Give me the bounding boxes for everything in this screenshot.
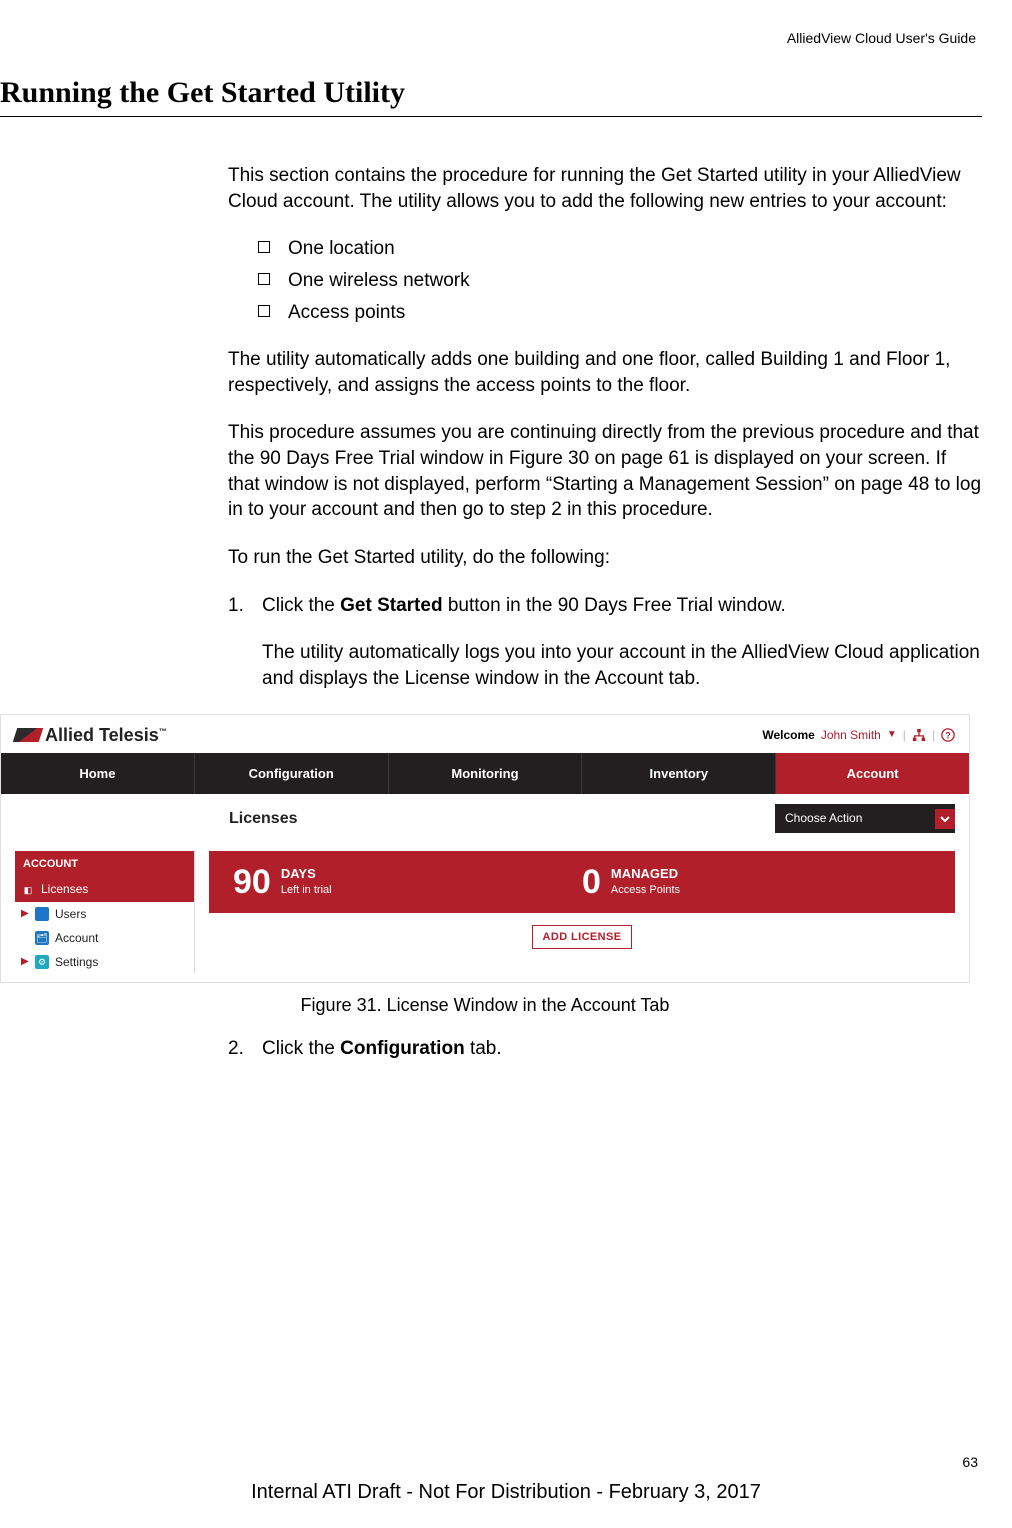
divider: |: [903, 727, 906, 743]
step-text: Click the: [262, 595, 340, 616]
main-panel: 90 DAYS Left in trial 0 MANAGED: [209, 851, 955, 962]
app-window: Allied Telesis™ Welcome John Smith ▼ | |: [0, 714, 970, 984]
step-bold: Configuration: [340, 1038, 465, 1059]
trial-days-label: DAYS: [281, 865, 332, 883]
sidebar: ACCOUNT ◧ Licenses ▶ 👤 Users ▶ 🗂: [15, 851, 195, 975]
step-1: 1. Click the Get Started button in the 9…: [228, 593, 982, 692]
sitemap-icon[interactable]: [912, 728, 926, 742]
intro-paragraph: This section contains the procedure for …: [228, 163, 982, 214]
body-paragraph: This procedure assumes you are continuin…: [228, 420, 982, 523]
panel-title: Licenses: [229, 808, 297, 830]
list-item-label: Access points: [288, 300, 405, 326]
step-number: 1.: [228, 593, 262, 692]
sidebar-item-licenses[interactable]: ◧ Licenses: [15, 877, 194, 901]
gear-icon: ⚙: [35, 955, 49, 969]
body-paragraph: The utility automatically adds one build…: [228, 347, 982, 398]
welcome-label: Welcome: [762, 727, 814, 743]
doc-header: AlliedView Cloud User's Guide: [0, 30, 982, 46]
page-title: Running the Get Started Utility: [0, 76, 982, 117]
add-license-button[interactable]: ADD LICENSE: [532, 925, 633, 950]
tab-monitoring[interactable]: Monitoring: [389, 753, 583, 795]
list-item: Access points: [258, 300, 982, 326]
step-text: button in the 90 Days Free Trial window.: [443, 595, 786, 616]
body-paragraph: To run the Get Started utility, do the f…: [228, 545, 982, 571]
figure: Allied Telesis™ Welcome John Smith ▼ | |: [0, 714, 970, 1018]
logo-icon: [13, 728, 44, 742]
tab-home[interactable]: Home: [1, 753, 195, 795]
tab-account[interactable]: Account: [776, 753, 969, 795]
step-2: 2. Click the Configuration tab.: [228, 1036, 982, 1062]
trial-days-block: 90 DAYS Left in trial: [233, 865, 582, 899]
sidebar-item-label: Users: [55, 906, 86, 922]
step-sub-paragraph: The utility automatically logs you into …: [262, 640, 982, 691]
tab-inventory[interactable]: Inventory: [582, 753, 776, 795]
choose-action-label: Choose Action: [785, 810, 862, 826]
license-icon: ◧: [21, 883, 35, 897]
checkbox-icon: [258, 305, 270, 317]
step-number: 2.: [228, 1036, 262, 1062]
brand-logo[interactable]: Allied Telesis™: [15, 723, 167, 747]
help-icon[interactable]: ?: [941, 728, 955, 742]
managed-ap-number: 0: [582, 865, 601, 899]
caret-right-icon: ▶: [21, 955, 29, 969]
main-nav: Home Configuration Monitoring Inventory …: [1, 753, 969, 795]
sidebar-item-label: Settings: [55, 954, 98, 970]
list-item-label: One wireless network: [288, 268, 470, 294]
step-text: Click the: [262, 1038, 340, 1059]
list-item: One wireless network: [258, 268, 982, 294]
checkbox-icon: [258, 273, 270, 285]
trial-days-number: 90: [233, 865, 271, 899]
sidebar-item-label: Licenses: [41, 881, 88, 897]
divider: |: [932, 727, 935, 743]
sidebar-item-account[interactable]: ▶ 🗂 Account: [15, 926, 194, 950]
checkbox-icon: [258, 241, 270, 253]
checklist: One location One wireless network Access…: [258, 236, 982, 325]
list-item: One location: [258, 236, 982, 262]
status-banner: 90 DAYS Left in trial 0 MANAGED: [209, 851, 955, 913]
welcome-bar: Welcome John Smith ▼ | | ?: [762, 727, 955, 743]
caret-right-icon: ▶: [21, 907, 29, 921]
tab-configuration[interactable]: Configuration: [195, 753, 389, 795]
chevron-down-icon: [935, 809, 955, 829]
chevron-down-icon[interactable]: ▼: [887, 728, 897, 742]
list-item-label: One location: [288, 236, 395, 262]
trial-days-sublabel: Left in trial: [281, 883, 332, 898]
account-icon: 🗂: [35, 931, 49, 945]
step-bold: Get Started: [340, 595, 442, 616]
sidebar-item-users[interactable]: ▶ 👤 Users: [15, 902, 194, 926]
managed-ap-block: 0 MANAGED Access Points: [582, 865, 931, 899]
choose-action-dropdown[interactable]: Choose Action: [775, 804, 955, 832]
user-menu[interactable]: John Smith: [821, 727, 881, 743]
page-number: 63: [962, 1454, 978, 1470]
step-text: tab.: [465, 1038, 502, 1059]
managed-ap-label: MANAGED: [611, 865, 680, 883]
sidebar-item-label: Account: [55, 930, 98, 946]
figure-caption: Figure 31. License Window in the Account…: [0, 993, 970, 1017]
sidebar-item-settings[interactable]: ▶ ⚙ Settings: [15, 950, 194, 974]
svg-text:?: ?: [945, 730, 950, 740]
sidebar-head: ACCOUNT: [15, 851, 194, 878]
users-icon: 👤: [35, 907, 49, 921]
managed-ap-sublabel: Access Points: [611, 883, 680, 898]
brand-text: Allied Telesis™: [45, 723, 167, 747]
footer-text: Internal ATI Draft - Not For Distributio…: [0, 1481, 1012, 1504]
